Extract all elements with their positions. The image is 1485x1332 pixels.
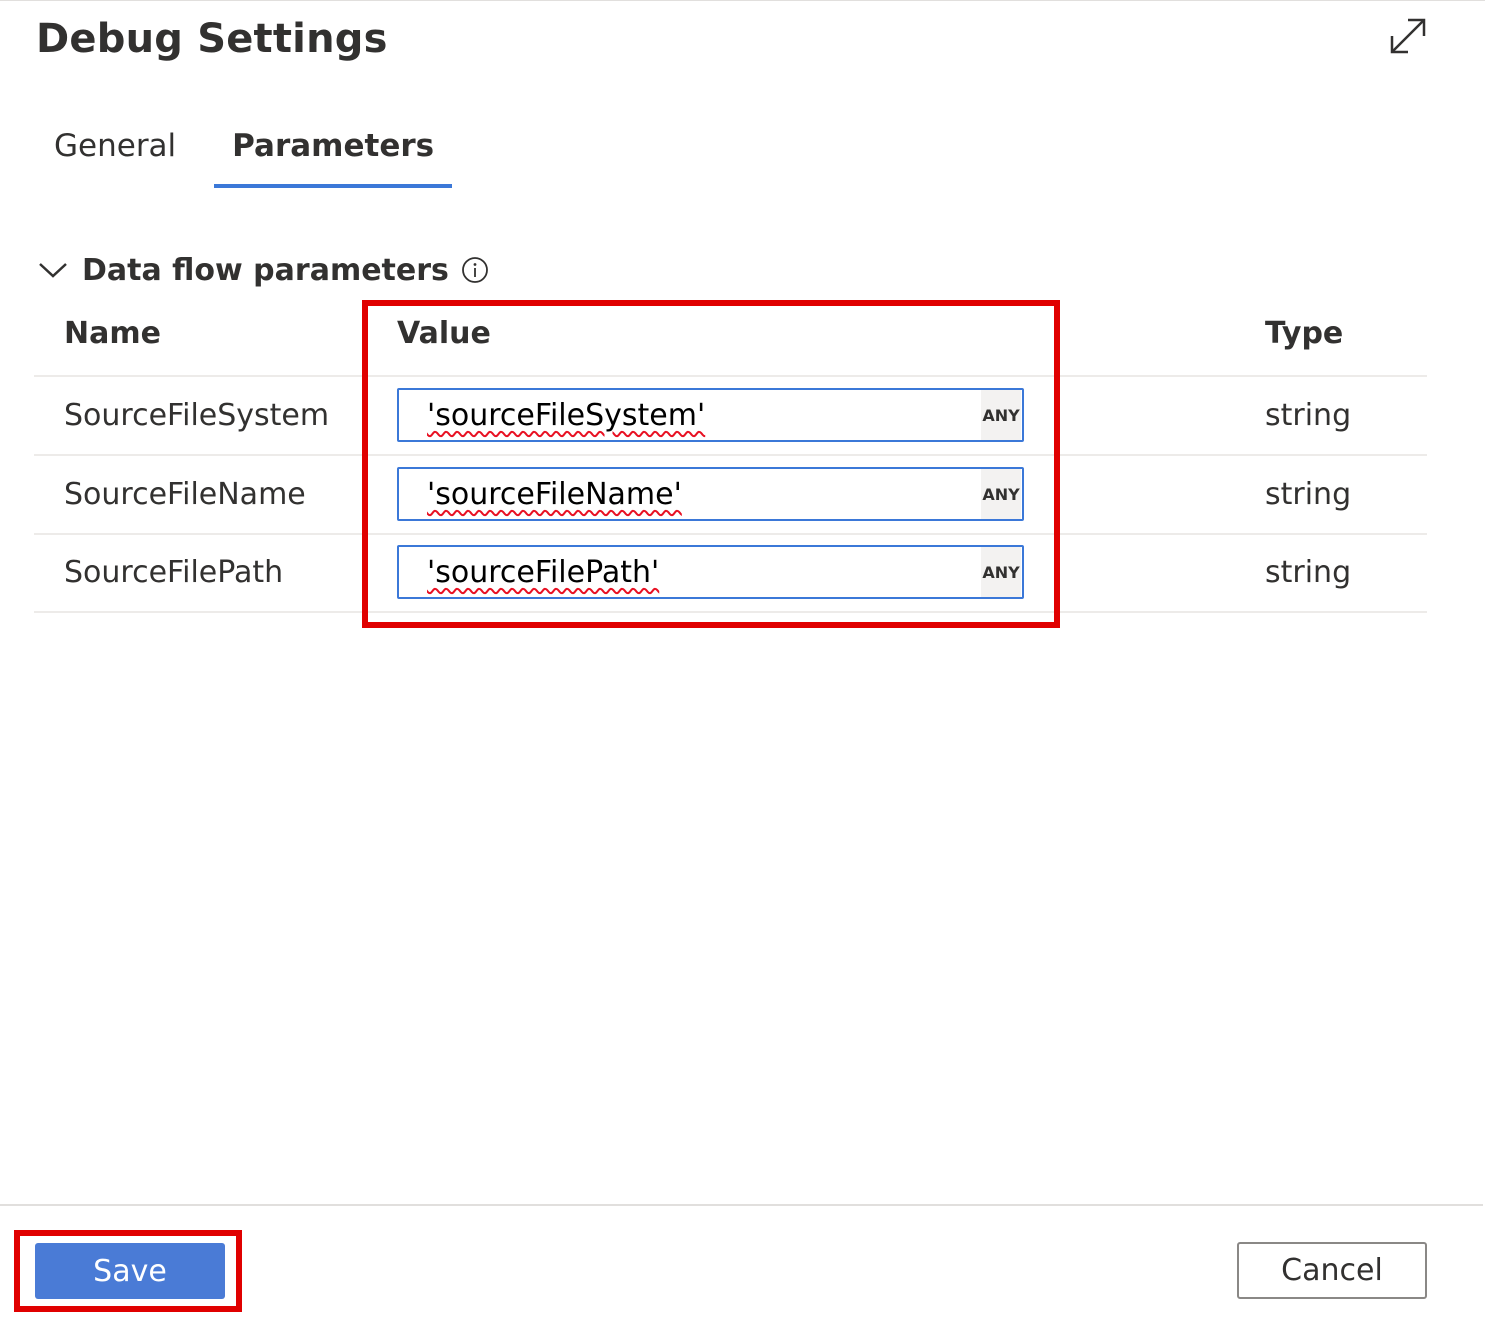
info-icon[interactable]	[461, 256, 489, 284]
any-type-badge[interactable]: ANY	[981, 547, 1021, 597]
param-value-text[interactable]: 'sourceFileName'	[427, 477, 981, 512]
param-name: SourceFilePath	[64, 555, 284, 590]
dialog-title: Debug Settings	[36, 16, 388, 62]
param-value-input[interactable]: 'sourceFilePath' ANY	[397, 545, 1024, 599]
param-value-input[interactable]: 'sourceFileSystem' ANY	[397, 388, 1024, 442]
data-flow-parameters-header[interactable]: Data flow parameters	[38, 250, 489, 290]
top-border	[0, 0, 1485, 1]
row-divider	[34, 454, 1427, 456]
param-name: SourceFileName	[64, 477, 306, 512]
column-header-value: Value	[397, 316, 491, 351]
row-divider	[34, 611, 1427, 613]
param-value-text[interactable]: 'sourceFileSystem'	[427, 398, 981, 433]
header-divider	[34, 375, 1427, 377]
tab-parameters[interactable]: Parameters	[214, 118, 453, 188]
section-title: Data flow parameters	[82, 252, 449, 288]
save-button[interactable]: Save	[35, 1243, 225, 1299]
tab-bar: General Parameters	[36, 118, 453, 188]
expand-diagonal-arrow-icon	[1386, 14, 1430, 62]
cancel-button[interactable]: Cancel	[1237, 1242, 1427, 1299]
param-value-text[interactable]: 'sourceFilePath'	[427, 555, 981, 590]
param-type: string	[1265, 398, 1352, 433]
param-value-input[interactable]: 'sourceFileName' ANY	[397, 467, 1024, 521]
any-type-badge[interactable]: ANY	[981, 469, 1021, 519]
any-type-badge[interactable]: ANY	[981, 390, 1021, 440]
param-type: string	[1265, 555, 1352, 590]
param-type: string	[1265, 477, 1352, 512]
footer-divider	[0, 1204, 1483, 1206]
row-divider	[34, 533, 1427, 535]
chevron-down-icon[interactable]	[38, 255, 68, 285]
column-header-type: Type	[1265, 316, 1344, 351]
column-header-name: Name	[64, 316, 161, 351]
expand-button[interactable]	[1384, 14, 1432, 62]
param-name: SourceFileSystem	[64, 398, 330, 433]
tab-general[interactable]: General	[36, 118, 194, 188]
